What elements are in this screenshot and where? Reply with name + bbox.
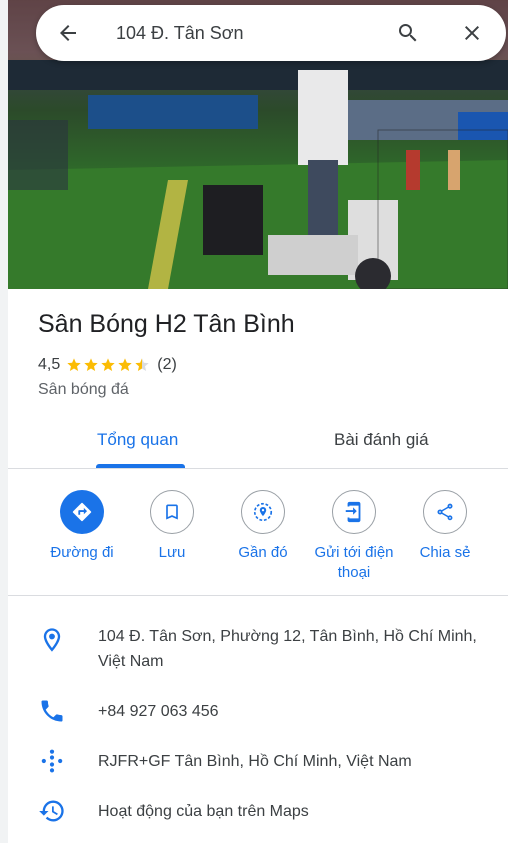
- left-edge: [0, 0, 8, 843]
- star-icon: [84, 358, 98, 371]
- tab-bar: Tổng quan Bài đánh giá: [8, 412, 508, 469]
- rating-row[interactable]: 4,5 (2): [38, 354, 177, 376]
- nearby-label: Gần đó: [238, 544, 288, 561]
- tab-reviews[interactable]: Bài đánh giá: [334, 430, 429, 450]
- star-icon: [67, 358, 81, 371]
- send-to-phone-button[interactable]: Gửi tới điện thoại: [308, 490, 400, 583]
- location-pin-icon: [43, 628, 61, 652]
- star-half-icon: [135, 358, 149, 371]
- plus-code-text: RJFR+GF Tân Bình, Hồ Chí Minh, Việt Nam: [98, 753, 412, 770]
- bookmark-icon: [166, 504, 178, 520]
- close-icon[interactable]: [460, 21, 484, 45]
- send-to-phone-label: Gửi tới điện thoại: [314, 544, 394, 581]
- save-button[interactable]: Lưu: [126, 490, 218, 563]
- place-title: Sân Bóng H2 Tân Bình: [38, 310, 295, 338]
- address-text: 104 Đ. Tân Sơn, Phường 12, Tân Bình, Hồ …: [98, 628, 477, 670]
- history-icon: [39, 800, 64, 822]
- nearby-button[interactable]: Gần đó: [217, 490, 309, 563]
- directions-label: Đường đi: [50, 544, 114, 561]
- star-icon: [118, 358, 132, 371]
- share-icon: [437, 503, 453, 521]
- nearby-icon: [253, 502, 273, 522]
- maps-activity-text: Hoạt động của bạn trên Maps: [98, 803, 309, 820]
- directions-button[interactable]: Đường đi: [36, 490, 128, 563]
- share-button[interactable]: Chia sẻ: [399, 490, 491, 563]
- plus-code-icon: [41, 749, 63, 773]
- tab-overview[interactable]: Tổng quan: [97, 430, 178, 450]
- review-count[interactable]: (2): [157, 356, 177, 374]
- back-arrow-icon[interactable]: [56, 21, 80, 45]
- directions-icon: [72, 502, 92, 522]
- rating-value: 4,5: [38, 356, 61, 373]
- save-label: Lưu: [158, 544, 186, 561]
- star-icon: [101, 358, 115, 371]
- action-bar: Đường đi Lưu Gần đó Gửi tới điện thoại C…: [8, 470, 508, 596]
- search-icon[interactable]: [396, 21, 420, 45]
- place-panel: 104 Đ. Tân Sơn Sân Bóng H2 Tân Bình 4,5 …: [8, 0, 508, 843]
- send-to-phone-icon: [345, 501, 361, 523]
- search-input[interactable]: 104 Đ. Tân Sơn: [116, 23, 244, 44]
- search-bar[interactable]: 104 Đ. Tân Sơn: [36, 5, 506, 61]
- place-category[interactable]: Sân bóng đá: [38, 381, 129, 399]
- rating-stars: [66, 357, 151, 373]
- phone-text: +84 927 063 456: [98, 703, 219, 720]
- phone-icon: [41, 700, 63, 722]
- place-photo[interactable]: 104 Đ. Tân Sơn: [8, 0, 508, 289]
- share-label: Chia sẻ: [419, 544, 471, 561]
- active-tab-indicator: [96, 464, 185, 468]
